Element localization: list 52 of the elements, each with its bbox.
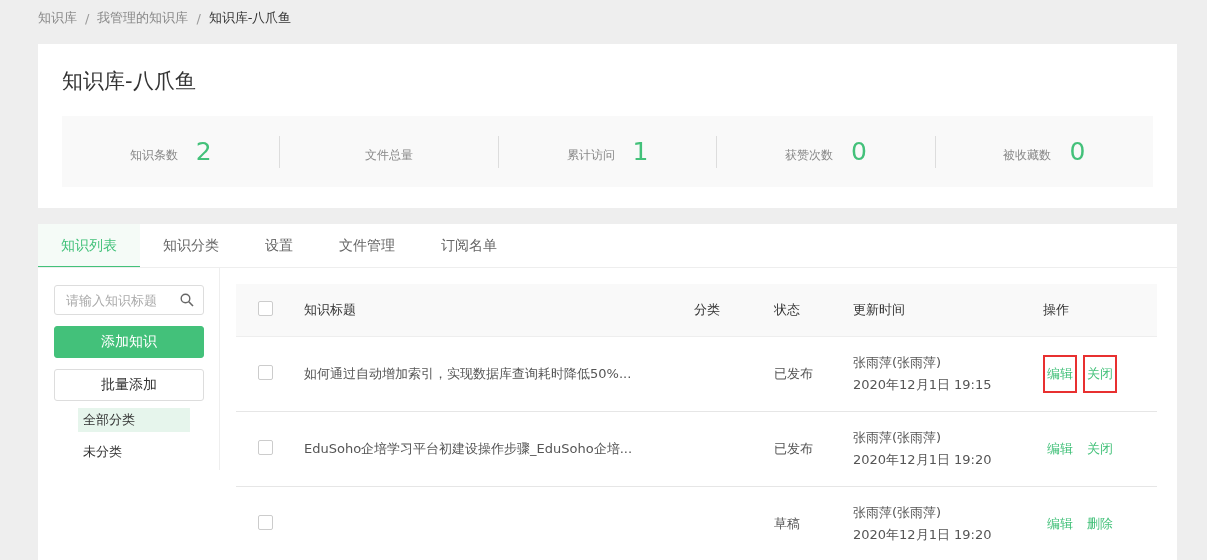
stat-value: 1 (632, 137, 649, 166)
breadcrumb-link[interactable]: 我管理的知识库 (97, 9, 189, 27)
tab[interactable]: 订阅名单 (418, 224, 520, 267)
stat-value: 2 (195, 137, 212, 166)
column-header: 状态 (774, 301, 801, 319)
batch-add-button[interactable]: 批量添加 (54, 369, 204, 401)
action-link[interactable]: 关闭 (1083, 430, 1117, 468)
breadcrumb-separator: / (85, 10, 90, 26)
time-text: 2020年12月1日 19:20 (853, 451, 993, 469)
category-item[interactable]: 全部分类 (78, 408, 190, 432)
stat-label: 累计访问 (566, 147, 615, 164)
add-button[interactable]: 添加知识 (54, 326, 204, 358)
action-link[interactable]: 编辑 (1043, 355, 1077, 393)
stat-label: 文件总量 (365, 147, 414, 164)
tab[interactable]: 设置 (242, 224, 316, 267)
tab[interactable]: 知识列表 (38, 224, 140, 267)
action-link[interactable]: 删除 (1083, 505, 1117, 543)
tab[interactable]: 文件管理 (316, 224, 418, 267)
action-link[interactable]: 编辑 (1043, 505, 1077, 543)
status-text: 草稿 (774, 515, 801, 533)
status-text: 已发布 (774, 365, 814, 383)
title-link[interactable]: 如何通过自动增加索引，实现数据库查询耗时降低50%... (304, 366, 632, 381)
breadcrumb-separator: / (196, 10, 201, 26)
checkbox[interactable] (258, 440, 273, 455)
stat-value: 0 (1069, 137, 1086, 166)
author-text: 张雨萍(张雨萍) (853, 429, 943, 447)
category-item[interactable]: 未分类 (78, 440, 190, 464)
stat-label: 获赞次数 (784, 147, 833, 164)
column-header: 知识标题 (304, 301, 357, 319)
breadcrumb-link[interactable]: 知识库 (38, 9, 77, 27)
checkbox[interactable] (258, 515, 273, 530)
tab[interactable]: 知识分类 (140, 224, 242, 267)
column-header: 操作 (1043, 301, 1070, 319)
checkbox[interactable] (258, 365, 273, 380)
stat-label: 被收藏数 (1003, 147, 1052, 164)
author-text: 张雨萍(张雨萍) (853, 504, 943, 522)
page-title: 知识库-八爪鱼 (62, 68, 197, 95)
breadcrumb-current: 知识库-八爪鱼 (208, 9, 292, 27)
time-text: 2020年12月1日 19:15 (853, 376, 993, 394)
title-link[interactable]: EduSoho企培学习平台初建设操作步骤_EduSoho企培... (304, 441, 633, 456)
action-link[interactable]: 编辑 (1043, 430, 1077, 468)
stat-label: 知识条数 (129, 147, 178, 164)
author-text: 张雨萍(张雨萍) (853, 354, 943, 372)
checkbox[interactable] (258, 301, 273, 316)
column-header: 更新时间 (853, 301, 906, 319)
time-text: 2020年12月1日 19:20 (853, 526, 993, 544)
status-text: 已发布 (774, 440, 814, 458)
search-icon (180, 293, 194, 307)
stat-value: 0 (850, 137, 867, 166)
search-field[interactable]: 请输入知识标题 (54, 285, 204, 315)
column-header: 分类 (694, 301, 721, 319)
action-link[interactable]: 关闭 (1083, 355, 1117, 393)
